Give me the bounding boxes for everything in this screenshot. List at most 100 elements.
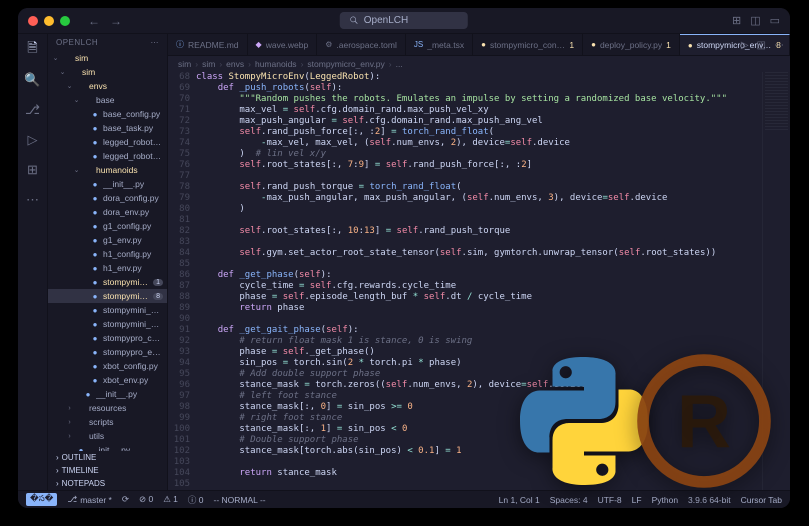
command-center[interactable]: OpenLCH: [340, 12, 468, 29]
tree-item[interactable]: ›scripts: [48, 415, 167, 429]
tree-item[interactable]: ●stompypro_co…: [48, 331, 167, 345]
titlebar: ← → OpenLCH ⊞ ◫ ▭: [18, 8, 790, 34]
vim-mode: -- NORMAL --: [214, 495, 266, 505]
outline-section[interactable]: › OUTLINE: [48, 451, 167, 464]
tree-item[interactable]: ●xbot_env.py: [48, 373, 167, 387]
errors[interactable]: ⊘ 0: [139, 494, 153, 505]
tree-item[interactable]: ⌄sim: [48, 51, 167, 65]
editor-group: ⓘREADME.md◆wave.webp⚙.aerospace.tomlJS_m…: [168, 34, 790, 490]
tree-item[interactable]: ●stompymi…8: [48, 289, 167, 303]
sync-icon[interactable]: ⟳: [122, 494, 129, 505]
tree-item[interactable]: ●legged_robot.py: [48, 149, 167, 163]
split-editor-icon[interactable]: ◫: [750, 14, 760, 27]
tree-item[interactable]: ●base_config.py: [48, 107, 167, 121]
tree-item[interactable]: ›utils: [48, 429, 167, 443]
extensions-icon[interactable]: ⊞: [25, 162, 41, 178]
crumb-item[interactable]: sim: [178, 59, 191, 69]
nav-arrows: ← →: [88, 14, 122, 28]
minimize-window-button[interactable]: [44, 16, 54, 26]
run-debug-icon[interactable]: ▷: [25, 132, 41, 148]
maximize-window-button[interactable]: [60, 16, 70, 26]
layout-panel-icon[interactable]: ⊞: [732, 14, 741, 27]
crumb-item[interactable]: stompymicro_env.py: [307, 59, 384, 69]
tree-item[interactable]: ●__init__.py: [48, 443, 167, 451]
tree-item[interactable]: ●g1_config.py: [48, 219, 167, 233]
activity-bar: 🗎 🔍 ⎇ ▷ ⊞ ⋯: [18, 34, 48, 490]
layout-customize-icon[interactable]: ▭: [770, 14, 780, 27]
status-right: Ln 1, Col 1 Spaces: 4 UTF-8 LF Python 3.…: [499, 495, 782, 505]
tab[interactable]: ◆wave.webp: [248, 34, 318, 55]
file-tree[interactable]: ⌄sim⌄sim⌄envs⌄base●base_config.py●base_t…: [48, 51, 167, 451]
split-icon[interactable]: ◫: [757, 40, 766, 51]
tab-more-icon[interactable]: ⋯: [774, 40, 784, 51]
titlebar-actions: ⊞ ◫ ▭: [732, 14, 780, 27]
tree-item[interactable]: ●xbot_config.py: [48, 359, 167, 373]
search-activity-icon[interactable]: 🔍: [25, 72, 41, 88]
notepads-section[interactable]: › NOTEPADS: [48, 477, 167, 490]
minimap[interactable]: [762, 72, 790, 490]
language-mode[interactable]: Python: [652, 495, 678, 505]
tree-item[interactable]: ●base_task.py: [48, 121, 167, 135]
sidebar-title: OPENLCH: [56, 38, 98, 47]
crumb-item[interactable]: humanoids: [255, 59, 297, 69]
breadcrumb[interactable]: sim›sim›envs›humanoids›stompymicro_env.p…: [168, 56, 790, 72]
tree-item[interactable]: ⌄base: [48, 93, 167, 107]
close-window-button[interactable]: [28, 16, 38, 26]
warnings[interactable]: ⚠ 1: [163, 494, 178, 505]
tree-item[interactable]: ●__init__.py: [48, 387, 167, 401]
traffic-lights: [18, 16, 70, 26]
tab[interactable]: JS_meta.tsx: [406, 34, 473, 55]
tree-item[interactable]: ●stompypro_en…: [48, 345, 167, 359]
explorer-icon[interactable]: 🗎: [25, 42, 41, 58]
info[interactable]: ⓘ 0: [188, 494, 204, 506]
crumb-item[interactable]: sim: [202, 59, 215, 69]
sidebar-more-icon[interactable]: ⋯: [151, 38, 160, 47]
tree-item[interactable]: ●g1_env.py: [48, 233, 167, 247]
tree-item[interactable]: ⌄humanoids: [48, 163, 167, 177]
code-area[interactable]: class StompyMicroEnv(LeggedRobot): def _…: [196, 72, 762, 490]
tree-item[interactable]: ●dora_env.py: [48, 205, 167, 219]
run-icon[interactable]: ▷: [741, 40, 749, 51]
nav-forward-icon[interactable]: →: [110, 14, 122, 28]
source-control-icon[interactable]: ⎇: [25, 102, 41, 118]
more-icon[interactable]: ⋯: [25, 192, 41, 208]
remote-indicator[interactable]: �స�: [26, 493, 57, 506]
tree-item[interactable]: ●stompymini_en…: [48, 317, 167, 331]
tab[interactable]: ⓘREADME.md: [168, 34, 248, 55]
eol[interactable]: LF: [632, 495, 642, 505]
tab[interactable]: ●stompymicro_config.py1: [473, 34, 583, 55]
crumb-item[interactable]: ...: [396, 59, 403, 69]
tab[interactable]: ⚙.aerospace.toml: [317, 34, 406, 55]
tab-actions: ▷ ◫ ⋯: [741, 34, 784, 56]
sidebar-header: OPENLCH ⋯: [48, 34, 167, 51]
nav-back-icon[interactable]: ←: [88, 14, 100, 28]
tree-item[interactable]: ●legged_robot…: [48, 135, 167, 149]
git-branch[interactable]: ⎇ master *: [67, 494, 111, 505]
search-icon: [350, 16, 359, 25]
cursor-tab[interactable]: Cursor Tab: [741, 495, 782, 505]
python-version[interactable]: 3.9.6 64-bit: [688, 495, 731, 505]
tree-item[interactable]: ●h1_env.py: [48, 261, 167, 275]
sidebar: OPENLCH ⋯ ⌄sim⌄sim⌄envs⌄base●base_config…: [48, 34, 168, 490]
tree-item[interactable]: ⌄envs: [48, 79, 167, 93]
tree-item[interactable]: ●h1_config.py: [48, 247, 167, 261]
status-left: �స� ⎇ master * ⟳ ⊘ 0 ⚠ 1 ⓘ 0 -- NORMAL -…: [26, 493, 266, 506]
encoding[interactable]: UTF-8: [598, 495, 622, 505]
tab[interactable]: ●deploy_policy.py1: [583, 34, 680, 55]
tree-item[interactable]: ●__init__.py: [48, 177, 167, 191]
tree-item[interactable]: ⌄sim: [48, 65, 167, 79]
tree-item[interactable]: ●dora_config.py: [48, 191, 167, 205]
line-gutter: 6869707172737475767778798081828384858687…: [168, 72, 196, 490]
workbench-body: 🗎 🔍 ⎇ ▷ ⊞ ⋯ OPENLCH ⋯ ⌄sim⌄sim⌄envs⌄base…: [18, 34, 790, 490]
tree-item[interactable]: ●stompymini_co…: [48, 303, 167, 317]
timeline-section[interactable]: › TIMELINE: [48, 464, 167, 477]
cursor-pos[interactable]: Ln 1, Col 1: [499, 495, 540, 505]
tab-bar: ⓘREADME.md◆wave.webp⚙.aerospace.tomlJS_m…: [168, 34, 790, 56]
tree-item[interactable]: ›resources: [48, 401, 167, 415]
indent[interactable]: Spaces: 4: [550, 495, 588, 505]
vscode-window: ← → OpenLCH ⊞ ◫ ▭ 🗎 🔍 ⎇ ▷ ⊞ ⋯ OPENLCH ⋯ …: [18, 8, 790, 508]
crumb-item[interactable]: envs: [226, 59, 244, 69]
tree-item[interactable]: ●stompymicro_…1: [48, 275, 167, 289]
editor[interactable]: 6869707172737475767778798081828384858687…: [168, 72, 790, 490]
command-center-label: OpenLCH: [364, 15, 408, 26]
